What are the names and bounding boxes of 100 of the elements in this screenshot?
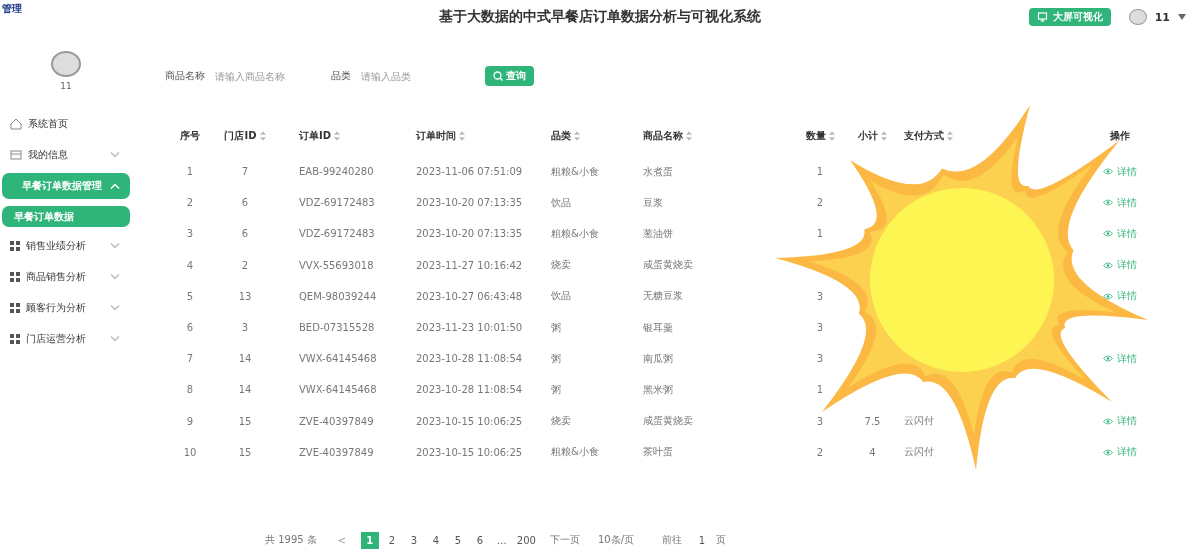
table-cell: VVX-55693018 [299, 259, 374, 271]
table-cell: 粗粮&小食 [551, 445, 599, 460]
menu-item[interactable]: 我的信息 [2, 142, 130, 168]
page-number[interactable]: 5 [448, 531, 467, 549]
eye-icon [1103, 168, 1113, 176]
table-cell: 10 [183, 446, 197, 458]
table-cell: 无糖豆浆 [643, 289, 683, 304]
table-cell: 2023-10-20 07:13:35 [416, 197, 523, 209]
total-count: 共 1995 条 [265, 533, 317, 548]
page-number[interactable]: 4 [426, 531, 445, 549]
menu-item[interactable]: 门店运营分析 [2, 326, 130, 352]
page-number[interactable]: 1 [360, 531, 379, 549]
menu-item[interactable]: 销售业绩分析 [2, 233, 130, 259]
details-link[interactable]: 详情 [1103, 226, 1137, 241]
eye-icon [1103, 417, 1113, 425]
page-number[interactable]: 3 [404, 531, 423, 549]
big-screen-button[interactable]: 大屏可视化 [1028, 8, 1111, 26]
menu-item[interactable]: 早餐订单数据管理 [2, 173, 130, 199]
eye-icon [1103, 261, 1113, 269]
table-cell: 2 [816, 446, 824, 458]
grid-icon [10, 303, 20, 313]
table-cell: 水煮蛋 [643, 164, 673, 179]
menu-item[interactable]: 商品销售分析 [2, 264, 130, 290]
table-cell: 4 [869, 446, 876, 458]
page-number[interactable]: 6 [470, 531, 489, 549]
table-cell: 7.5 [864, 415, 881, 427]
column-header: 订单时间 [416, 129, 456, 143]
column-header: 操作 [1110, 129, 1130, 143]
table-cell: 2023-10-28 11:08:54 [416, 384, 523, 396]
table-cell: 3 [816, 290, 824, 302]
user-avatar [51, 51, 81, 77]
next-page-button[interactable]: 下一页 [547, 531, 582, 549]
table-cell: 2023-11-06 07:51:09 [416, 166, 523, 178]
details-link[interactable]: 详情 [1103, 258, 1137, 273]
table-cell: 南瓜粥 [643, 351, 673, 366]
column-header: 序号 [180, 129, 200, 143]
page-size-select[interactable]: 10条/页 [597, 533, 634, 548]
table-cell: 粥 [551, 320, 561, 335]
table-cell: 粥 [551, 351, 561, 366]
details-link[interactable]: 详情 [1103, 351, 1137, 366]
details-link[interactable]: 详情 [1103, 414, 1137, 429]
details-link[interactable]: 详情 [1103, 164, 1137, 179]
table-cell: 3 [816, 415, 824, 427]
table-cell: VDZ-69172483 [299, 197, 375, 209]
table-cell: 饮品 [551, 195, 571, 210]
table-cell: 4 [186, 259, 194, 271]
user-avatar[interactable] [1128, 9, 1147, 25]
menu-item[interactable]: 顾客行为分析 [2, 295, 130, 321]
table-cell: 粗粮&小食 [551, 164, 599, 179]
sort-icon[interactable] [574, 131, 580, 141]
sort-icon[interactable] [459, 131, 465, 141]
table-cell: VWX-64145468 [299, 353, 377, 365]
user-name[interactable]: 11 [1154, 10, 1170, 24]
table-cell: BED-07315528 [299, 322, 375, 334]
table-cell: 6 [241, 197, 249, 209]
table-cell: 7 [186, 353, 194, 365]
table-cell: 15 [238, 446, 252, 458]
eye-icon [1103, 199, 1113, 207]
table-cell: 2023-10-15 10:06:25 [416, 446, 523, 458]
table-cell: 咸蛋黄烧卖 [643, 414, 693, 429]
page-number[interactable]: 2 [382, 531, 401, 549]
previous-page-button[interactable]: < [332, 531, 351, 549]
table-cell: 7 [241, 166, 249, 178]
table-cell: 5 [186, 290, 194, 302]
page-number[interactable]: 200 [514, 531, 538, 549]
details-link[interactable]: 详情 [1103, 195, 1137, 210]
column-header: 小计 [858, 129, 878, 143]
filter-input[interactable]: 请输入商品名称 [213, 69, 317, 83]
card-icon [10, 149, 22, 161]
table-cell: 葱油饼 [643, 226, 673, 241]
search-button[interactable]: 查询 [485, 66, 534, 86]
page-number[interactable]: ... [492, 531, 511, 549]
sort-icon[interactable] [828, 131, 835, 141]
table-cell: 咸蛋黄烧卖 [643, 258, 693, 273]
caret-icon[interactable] [1178, 14, 1186, 20]
sort-icon[interactable] [881, 131, 887, 141]
eye-icon [1103, 355, 1113, 363]
home-icon [10, 118, 22, 130]
table-cell: 2023-10-27 06:43:48 [416, 290, 523, 302]
sort-icon[interactable] [259, 131, 266, 141]
details-link[interactable]: 详情 [1103, 445, 1137, 460]
sort-icon[interactable] [686, 131, 692, 141]
sort-icon[interactable] [334, 131, 341, 141]
filter-input[interactable]: 请输入品类 [359, 69, 463, 83]
goto-suffix: 页 [716, 533, 726, 548]
grid-icon [10, 241, 20, 251]
table-cell: 豆浆 [643, 195, 663, 210]
sort-icon[interactable] [947, 131, 953, 141]
submenu-item[interactable]: 早餐订单数据 [2, 206, 130, 227]
table-cell: 6 [186, 322, 194, 334]
filter-label: 商品名称 [165, 69, 205, 83]
eye-icon [1103, 292, 1113, 300]
menu-item[interactable]: 系统首页 [2, 111, 130, 137]
table-cell: 1 [816, 384, 824, 396]
table-cell: VDZ-69172483 [299, 228, 375, 240]
table-cell: 粗粮&小食 [551, 226, 599, 241]
table-cell: VWX-64145468 [299, 384, 377, 396]
table-cell: 8 [186, 384, 194, 396]
table-cell: 3 [816, 353, 824, 365]
details-link[interactable]: 详情 [1103, 289, 1137, 304]
